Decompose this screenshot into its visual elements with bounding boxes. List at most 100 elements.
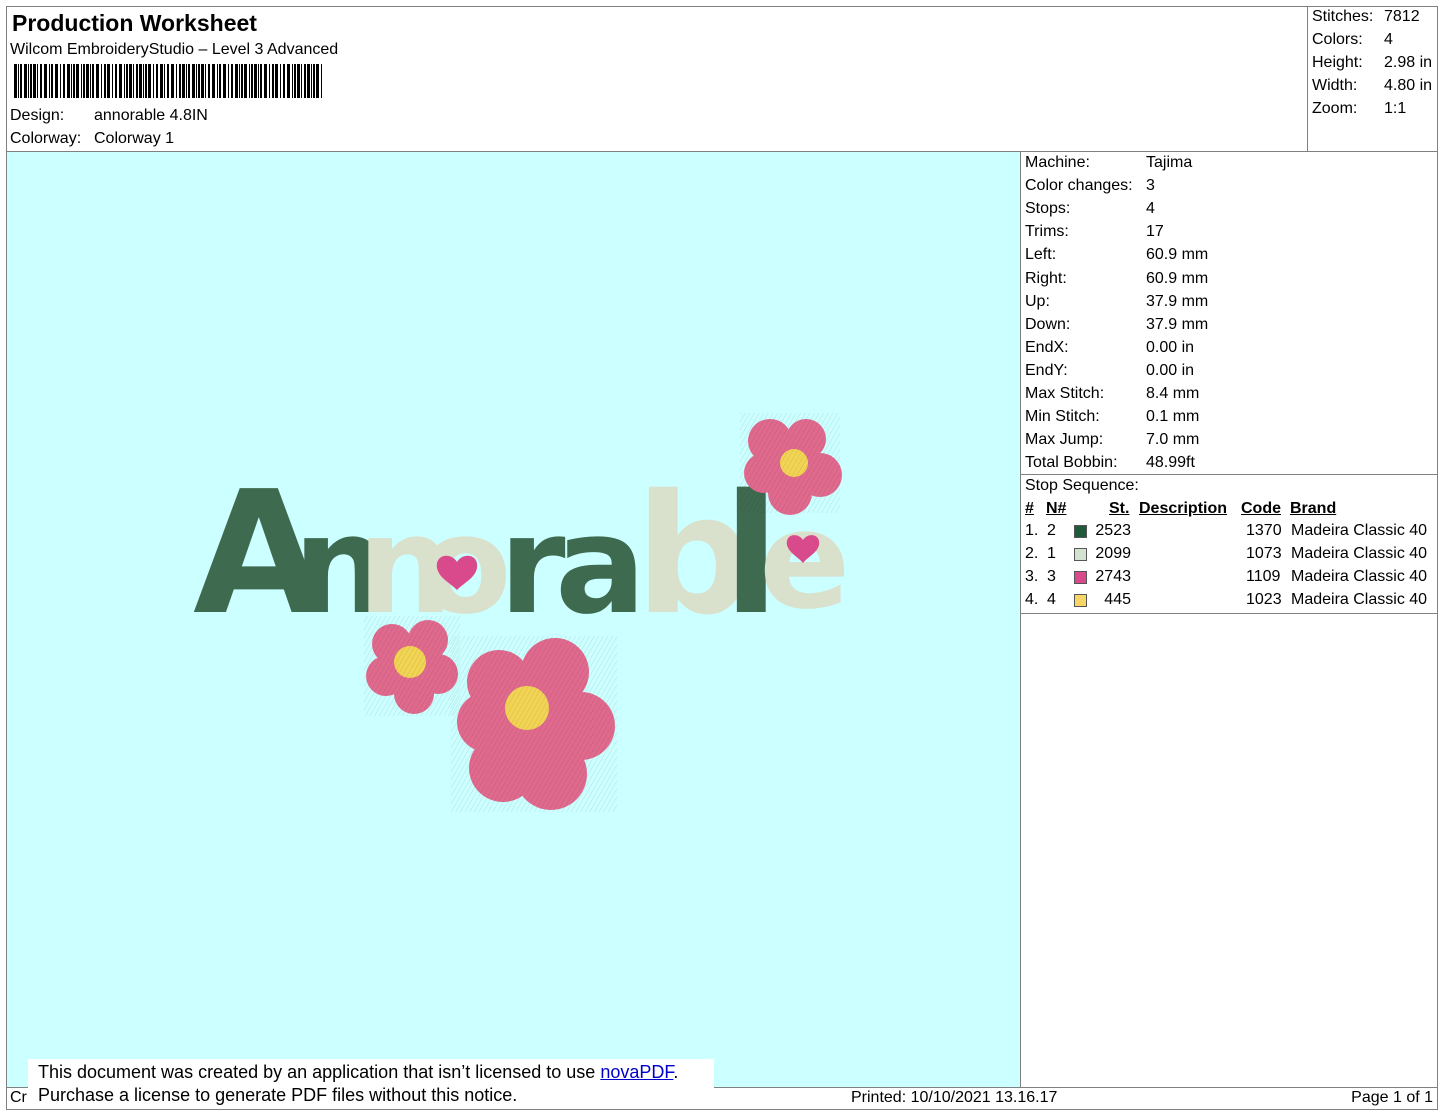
- stop-sequence-row: 3. 3 2743 1109 Madeira Classic 40: [1021, 568, 1438, 591]
- machine-info-row: EndX: 0.00 in: [1025, 338, 1194, 357]
- flower-large: [451, 636, 617, 812]
- thread-color-swatch: [1074, 594, 1087, 607]
- stop-cell-brand: Madeira Classic 40: [1291, 568, 1428, 585]
- stop-cell-num: 1.: [1025, 522, 1039, 539]
- design-value: annorable 4.8IN: [94, 107, 208, 124]
- stop-cell-num: 4.: [1025, 591, 1039, 608]
- machine-info-label: Machine:: [1025, 154, 1090, 171]
- stop-cell-n: 1: [1047, 545, 1056, 562]
- stop-cell-n: 4: [1047, 591, 1056, 608]
- height-label: Height:: [1312, 54, 1363, 71]
- stats-box: Stitches: 7812 Colors: 4 Height: 2.98 in…: [1307, 6, 1438, 152]
- colorway-label: Colorway:: [10, 130, 82, 147]
- machine-info-row: Max Jump: 7.0 mm: [1025, 431, 1199, 449]
- license-notice: This document was created by an applicat…: [28, 1059, 714, 1109]
- machine-info-value: 8.4 mm: [1146, 385, 1200, 402]
- machine-info-value: 4: [1146, 200, 1155, 218]
- stop-sequence-row: 1. 2 2523 1370 Madeira Classic 40: [1021, 522, 1438, 545]
- machine-info-row: Trims: 17: [1025, 223, 1164, 241]
- machine-info-row: Left: 60.9 mm: [1025, 246, 1208, 264]
- letter-a: a: [555, 487, 646, 644]
- height-value: 2.98 in: [1384, 54, 1433, 71]
- stop-cell-st: 2743: [1095, 568, 1131, 585]
- machine-info-label: Max Jump:: [1025, 431, 1104, 449]
- stitches-row: Stitches: 7812: [1312, 8, 1420, 26]
- stitches-value: 7812: [1384, 8, 1420, 25]
- stop-cell-st: 445: [1104, 591, 1131, 608]
- worksheet-header: Production Worksheet Wilcom EmbroiderySt…: [6, 6, 1307, 152]
- machine-info-value: 0.00 in: [1146, 361, 1195, 379]
- stop-cell-brand: Madeira Classic 40: [1291, 545, 1428, 562]
- thread-color-swatch: [1074, 571, 1087, 584]
- barcode: [14, 64, 322, 98]
- printed-timestamp: Printed: 10/10/2021 13.16.17: [851, 1089, 1058, 1106]
- height-row: Height: 2.98 in: [1312, 54, 1432, 72]
- machine-info-row: Color changes: 3: [1025, 177, 1155, 195]
- machine-info-label: Total Bobbin:: [1025, 454, 1118, 472]
- stop-cell-st: 2523: [1095, 522, 1131, 539]
- machine-info-row: Up: 37.9 mm: [1025, 293, 1208, 311]
- machine-info-row: Machine: Tajima: [1025, 154, 1192, 172]
- stop-cell-brand: Madeira Classic 40: [1291, 522, 1428, 539]
- width-value: 4.80 in: [1384, 77, 1433, 94]
- page-title: Production Worksheet: [12, 10, 257, 36]
- machine-info-row: Down: 37.9 mm: [1025, 316, 1208, 334]
- stop-table-end-divider: [1021, 613, 1438, 614]
- colors-value: 4: [1384, 31, 1393, 48]
- machine-info-row: EndY: 0.00 in: [1025, 361, 1194, 380]
- machine-info-row: Min Stitch: 0.1 mm: [1025, 408, 1199, 426]
- machine-info-label: Min Stitch:: [1025, 408, 1100, 426]
- machine-info-label: EndY:: [1025, 361, 1068, 379]
- machine-info-value: Tajima: [1146, 154, 1193, 171]
- machine-info-label: Color changes:: [1025, 177, 1133, 195]
- machine-info-value: 7.0 mm: [1146, 431, 1200, 449]
- machine-info-value: 60.9 mm: [1146, 269, 1209, 287]
- machine-info-row: Max Stitch: 8.4 mm: [1025, 385, 1199, 403]
- stop-cell-st: 2099: [1095, 545, 1131, 562]
- zoom-row: Zoom: 1:1: [1312, 100, 1406, 118]
- col-header-n: N#: [1046, 500, 1067, 517]
- machine-info-value: 37.9 mm: [1146, 292, 1209, 310]
- col-header-code: Code: [1241, 500, 1281, 517]
- notice-line1: This document was created by an applicat…: [38, 1062, 601, 1082]
- colors-row: Colors: 4: [1312, 31, 1393, 49]
- machine-info-label: EndX:: [1025, 338, 1069, 356]
- machine-info-value: 3: [1146, 177, 1155, 195]
- thread-color-swatch: [1074, 525, 1087, 538]
- col-header-st: St.: [1109, 500, 1130, 517]
- notice-line2: Purchase a license to generate PDF files…: [38, 1085, 518, 1105]
- machine-info-value: 37.9 mm: [1146, 315, 1209, 333]
- stop-cell-n: 3: [1047, 568, 1056, 585]
- thread-color-swatch: [1074, 548, 1087, 561]
- machine-info-label: Trims:: [1025, 223, 1069, 241]
- colorway-value: Colorway 1: [94, 130, 175, 147]
- panel-divider: [1020, 152, 1021, 1087]
- footer-created: Cr: [10, 1089, 27, 1106]
- page-number: Page 1 of 1: [1351, 1089, 1433, 1106]
- machine-info-value: 0.1 mm: [1146, 408, 1200, 426]
- stop-cell-code: 1109: [1246, 568, 1281, 585]
- stop-cell-code: 1073: [1246, 545, 1282, 562]
- software-name: Wilcom EmbroideryStudio – Level 3 Advanc…: [10, 41, 339, 58]
- novapdf-link[interactable]: novaPDF: [600, 1062, 673, 1082]
- stop-cell-n: 2: [1047, 522, 1056, 539]
- width-label: Width:: [1312, 77, 1358, 94]
- stop-sequence-row: 2. 1 2099 1073 Madeira Classic 40: [1021, 545, 1438, 568]
- machine-info-label: Stops:: [1025, 200, 1071, 218]
- stitches-label: Stitches:: [1312, 8, 1374, 25]
- machine-info-label: Left:: [1025, 246, 1057, 264]
- stop-cell-brand: Madeira Classic 40: [1291, 591, 1428, 608]
- zoom-label: Zoom:: [1312, 100, 1358, 117]
- design-label: Design:: [10, 107, 65, 124]
- stop-sequence-divider: [1021, 474, 1438, 475]
- machine-info-label: Right:: [1025, 269, 1067, 287]
- machine-info-value: 0.00 in: [1146, 338, 1195, 356]
- machine-info-label: Max Stitch:: [1025, 385, 1105, 402]
- col-header-brand: Brand: [1290, 500, 1337, 517]
- zoom-value: 1:1: [1384, 100, 1407, 117]
- stop-cell-code: 1370: [1246, 522, 1282, 539]
- machine-info-value: 48.99ft: [1146, 454, 1195, 472]
- design-preview: A n n o r a b l e: [7, 152, 1021, 1087]
- col-header-num: #: [1025, 500, 1034, 517]
- machine-info-row: Stops: 4: [1025, 200, 1155, 218]
